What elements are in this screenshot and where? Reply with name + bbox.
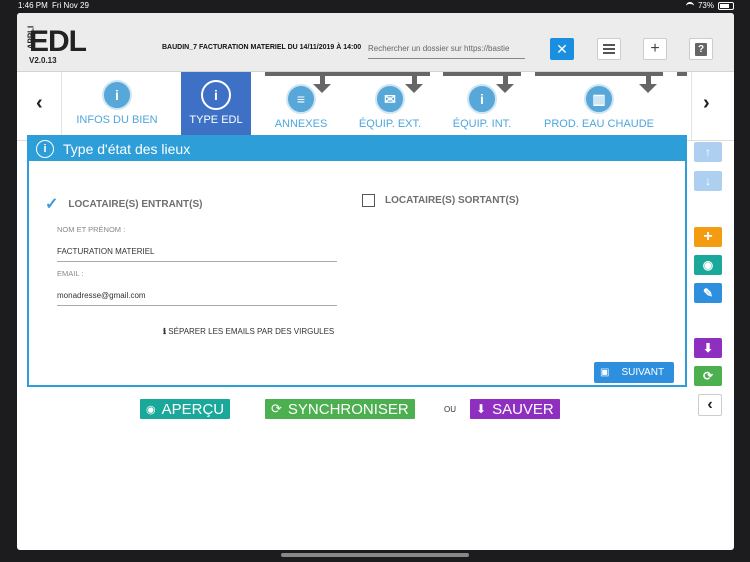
scroll-up-button[interactable]: ↑ — [694, 142, 722, 162]
eye-icon: ◉ — [702, 258, 714, 272]
panel-header: i Type d'état des lieux — [29, 137, 685, 161]
save-button[interactable]: ⬇ SAUVER — [470, 399, 560, 419]
add-item-button[interactable]: + — [694, 227, 722, 247]
hamburger-icon — [603, 42, 615, 56]
download-icon: ⬇ — [702, 341, 714, 355]
sync-button[interactable]: ⟳ — [694, 366, 722, 386]
status-right: 73% — [685, 1, 734, 10]
section-tabbar: ‹ i INFOS DU BIEN i TYPE EDL ≡ ANNEXES ✉… — [17, 72, 734, 141]
download-icon: ⬇ — [476, 402, 487, 416]
tab-label: ANNEXES — [274, 118, 328, 130]
tab-label: ÉQUIP. EXT. — [358, 118, 422, 130]
edl-type-panel: i Type d'état des lieux ✓ LOCATAIRE(S) E… — [27, 135, 687, 387]
info-icon: i — [201, 80, 231, 110]
preview-button-label: APERÇU — [161, 400, 225, 418]
app-window: APPLI EDL V2.0.13 BAUDIN_7 FACTURATION M… — [17, 13, 734, 550]
preview-button[interactable]: ◉ APERÇU — [140, 399, 231, 419]
tab-equip-ext[interactable]: ✉ ÉQUIP. EXT. — [350, 72, 430, 140]
edit-button[interactable]: ✎ — [694, 283, 722, 303]
save-icon: ▣ — [600, 367, 610, 378]
option-entrant-label: LOCATAIRE(S) ENTRANT(S) — [68, 198, 203, 210]
tab-prod-eau-chaude[interactable]: ▥ PROD. EAU CHAUDE — [535, 72, 663, 140]
help-icon: ? — [695, 42, 707, 56]
document-title: BAUDIN_7 FACTURATION MATERIEL DU 14/11/2… — [162, 44, 362, 51]
header: APPLI EDL V2.0.13 BAUDIN_7 FACTURATION M… — [17, 13, 734, 72]
battery-icon — [718, 1, 734, 10]
tab-label: ÉQUIP. INT. — [452, 118, 512, 130]
tab-type-edl[interactable]: i TYPE EDL — [181, 72, 251, 140]
option-entrant[interactable]: ✓ LOCATAIRE(S) ENTRANT(S) — [45, 194, 202, 214]
info-icon: i — [36, 140, 54, 158]
tab-label: PROD. EAU CHAUDE — [543, 118, 655, 130]
tab-label: TYPE EDL — [189, 114, 243, 126]
help-button[interactable]: ? — [689, 38, 713, 60]
name-field[interactable]: FACTURATION MATERIEL — [57, 247, 337, 262]
water-heater-icon: ▥ — [584, 84, 614, 114]
collapse-sidebar-button[interactable]: ‹ — [698, 394, 722, 416]
mailbox-icon: ✉ — [375, 84, 405, 114]
chevron-left-icon: ‹ — [707, 396, 713, 413]
arrow-down-icon: ↓ — [705, 174, 711, 188]
document-icon: ≡ — [286, 84, 316, 114]
sync-icon: ⟳ — [702, 369, 714, 383]
name-label: NOM ET PRÉNOM : — [57, 225, 126, 234]
add-button[interactable]: + — [643, 38, 667, 60]
next-button-label: SUIVANT — [621, 367, 665, 378]
email-field[interactable]: monadresse@gmail.com — [57, 291, 337, 306]
download-button[interactable]: ⬇ — [694, 338, 722, 358]
wifi-icon — [685, 1, 694, 10]
tab-label: INFOS DU BIEN — [76, 114, 158, 126]
download-arrow-icon — [677, 72, 687, 94]
email-label: EMAIL : — [57, 269, 84, 278]
eye-icon: ◉ — [146, 403, 156, 416]
tabs-prev-arrow[interactable]: ‹ — [36, 92, 43, 115]
email-hint-text: SÉPARER LES EMAILS PAR DES VIRGULES — [168, 327, 335, 336]
checkbox-icon — [362, 194, 375, 207]
app-logo: EDL — [29, 25, 87, 58]
tabs-next-arrow[interactable]: › — [703, 92, 710, 115]
search-input[interactable] — [368, 38, 525, 59]
plus-icon: + — [650, 40, 660, 57]
tab-separator — [61, 72, 62, 140]
tab-infos-du-bien[interactable]: i INFOS DU BIEN — [65, 72, 169, 140]
app-version: V2.0.13 — [29, 56, 57, 65]
tab-separator — [691, 72, 692, 140]
checkmark-icon: ✓ — [45, 196, 59, 213]
status-time: 1:46 PM — [18, 1, 48, 10]
option-sortant-label: LOCATAIRE(S) SORTANT(S) — [385, 195, 519, 206]
scroll-down-button[interactable]: ↓ — [694, 171, 722, 191]
option-sortant[interactable]: LOCATAIRE(S) SORTANT(S) — [362, 194, 519, 207]
battery-percent: 73% — [697, 1, 714, 10]
home-indicator — [281, 553, 469, 557]
sync-icon: ⟳ — [271, 401, 282, 416]
save-button-label: SAUVER — [492, 400, 554, 418]
status-bar: 1:46 PM Fri Nov 29 73% — [0, 0, 750, 12]
view-button[interactable]: ◉ — [694, 255, 722, 275]
email-hint: ℹ SÉPARER LES EMAILS PAR DES VIRGULES — [163, 327, 334, 336]
synchronize-button-label: SYNCHRONISER — [287, 400, 409, 418]
edit-icon: ✎ — [702, 286, 714, 300]
arrow-up-icon: ↑ — [705, 145, 711, 159]
tab-equip-int[interactable]: i ÉQUIP. INT. — [443, 72, 521, 140]
or-label: OU — [444, 405, 456, 414]
next-button[interactable]: ▣ SUIVANT — [594, 362, 674, 383]
info-icon: i — [102, 80, 132, 110]
plus-icon: + — [703, 228, 713, 245]
status-date: Fri Nov 29 — [52, 1, 89, 10]
close-button[interactable]: ✕ — [550, 38, 574, 60]
close-icon: ✕ — [556, 40, 568, 57]
info-icon: i — [467, 84, 497, 114]
panel-title: Type d'état des lieux — [63, 141, 191, 157]
synchronize-button[interactable]: ⟳ SYNCHRONISER — [265, 399, 415, 419]
menu-button[interactable] — [597, 38, 621, 60]
info-icon: ℹ — [163, 327, 167, 336]
tab-annexes[interactable]: ≡ ANNEXES — [265, 72, 337, 140]
